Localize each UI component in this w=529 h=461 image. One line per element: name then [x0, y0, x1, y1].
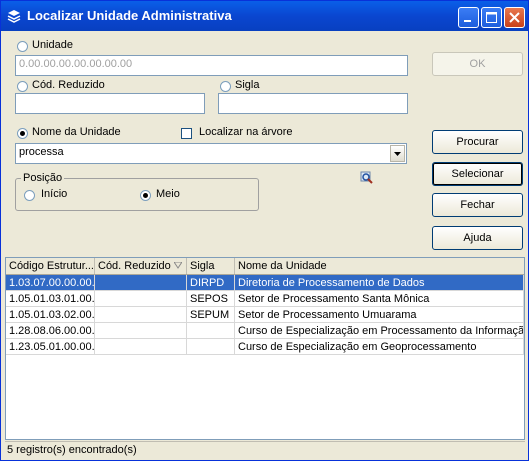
table-cell [95, 291, 187, 307]
title-bar[interactable]: Localizar Unidade Administrativa [1, 1, 528, 31]
selecionar-button[interactable]: Selecionar [432, 162, 523, 186]
table-cell [187, 339, 235, 355]
close-button[interactable] [504, 7, 525, 28]
table-cell: Curso de Especialização em Processamento… [235, 323, 524, 339]
column-header-sigla[interactable]: Sigla [187, 258, 235, 274]
meio-label: Meio [156, 188, 180, 200]
sigla-label: Sigla [235, 79, 260, 91]
table-row[interactable]: 1.03.07.00.00.00. DIRPD Diretoria de Proce… [6, 275, 524, 291]
sigla-radio[interactable] [220, 81, 231, 92]
chevron-down-icon [394, 152, 401, 156]
magnifier-icon[interactable] [360, 171, 374, 185]
table-cell: Curso de Especialização em Geoprocessame… [235, 339, 524, 355]
table-row[interactable]: 1.05.01.03.02.00. SEPUM Setor de Processam… [6, 307, 524, 323]
nome-unidade-radio[interactable] [17, 128, 28, 139]
table-row[interactable]: 1.28.08.06.00.00. Curso de Especialização… [6, 323, 524, 339]
inicio-label: Início [41, 188, 68, 200]
window-title: Localizar Unidade Administrativa [27, 8, 232, 23]
table-cell: 1.05.01.03.02.00. [6, 307, 95, 323]
table-cell [95, 307, 187, 323]
ajuda-button[interactable]: Ajuda [432, 226, 523, 250]
posicao-group-title: Posição [21, 172, 65, 184]
minimize-icon [464, 20, 471, 22]
table-cell: 1.28.08.06.00.00. [6, 323, 95, 339]
unidade-label: Unidade [32, 39, 73, 51]
table-cell [95, 339, 187, 355]
sigla-field[interactable] [218, 93, 408, 114]
maximize-button[interactable] [481, 7, 502, 28]
localizar-arvore-checkbox[interactable] [181, 128, 192, 139]
nome-unidade-combobox[interactable]: processa [15, 143, 407, 164]
table-cell: DIRPD [187, 275, 235, 291]
table-cell: SEPOS [187, 291, 235, 307]
table-row[interactable]: 1.05.01.03.01.00. SEPOS Setor de Processam… [6, 291, 524, 307]
table-cell [187, 323, 235, 339]
table-cell: 1.03.07.00.00.00. [6, 275, 95, 291]
inicio-radio[interactable] [24, 190, 35, 201]
table-cell [95, 323, 187, 339]
meio-radio[interactable] [140, 190, 151, 201]
status-bar: 5 registro(s) encontrado(s) [5, 441, 525, 458]
table-cell: SEPUM [187, 307, 235, 323]
localizar-arvore-label: Localizar na árvore [199, 126, 293, 138]
maximize-icon [486, 12, 497, 23]
table-cell: 1.23.05.01.00.00. [6, 339, 95, 355]
table-cell: Diretoria de Processamento de Dados [235, 275, 524, 291]
nome-unidade-value: processa [19, 146, 64, 158]
minimize-button[interactable] [458, 7, 479, 28]
cod-reduzido-label: Cód. Reduzido [32, 79, 105, 91]
procurar-button[interactable]: Procurar [432, 130, 523, 154]
cod-reduzido-radio[interactable] [17, 81, 28, 92]
cod-reduzido-field[interactable] [15, 93, 205, 114]
column-header-cod-reduzido-label: Cód. Reduzido [98, 260, 171, 272]
table-cell: 1.05.01.03.01.00. [6, 291, 95, 307]
column-header-codigo[interactable]: Código Estrutur... [6, 258, 95, 274]
column-header-cod-reduzido[interactable]: Cód. Reduzido [95, 258, 187, 274]
results-grid[interactable]: Código Estrutur... Cód. Reduzido Sigla N… [5, 257, 525, 440]
dropdown-button[interactable] [390, 145, 405, 162]
table-cell: Setor de Processamento Umuarama [235, 307, 524, 323]
table-cell [95, 275, 187, 291]
table-row[interactable]: 1.23.05.01.00.00. Curso de Especialização… [6, 339, 524, 355]
ok-button[interactable]: OK [432, 52, 523, 76]
fechar-button[interactable]: Fechar [432, 193, 523, 217]
unidade-field[interactable]: 0.00.00.00.00.00.00.00 [15, 55, 408, 76]
grid-header: Código Estrutur... Cód. Reduzido Sigla N… [6, 258, 524, 275]
nome-unidade-label: Nome da Unidade [32, 126, 121, 138]
table-cell: Setor de Processamento Santa Mônica [235, 291, 524, 307]
sort-desc-icon [174, 262, 182, 269]
column-header-nome[interactable]: Nome da Unidade [235, 258, 524, 274]
unidade-radio[interactable] [17, 41, 28, 52]
app-icon [7, 10, 21, 23]
dialog-window: Localizar Unidade Administrativa Unidade… [0, 0, 529, 461]
close-icon [509, 12, 520, 23]
